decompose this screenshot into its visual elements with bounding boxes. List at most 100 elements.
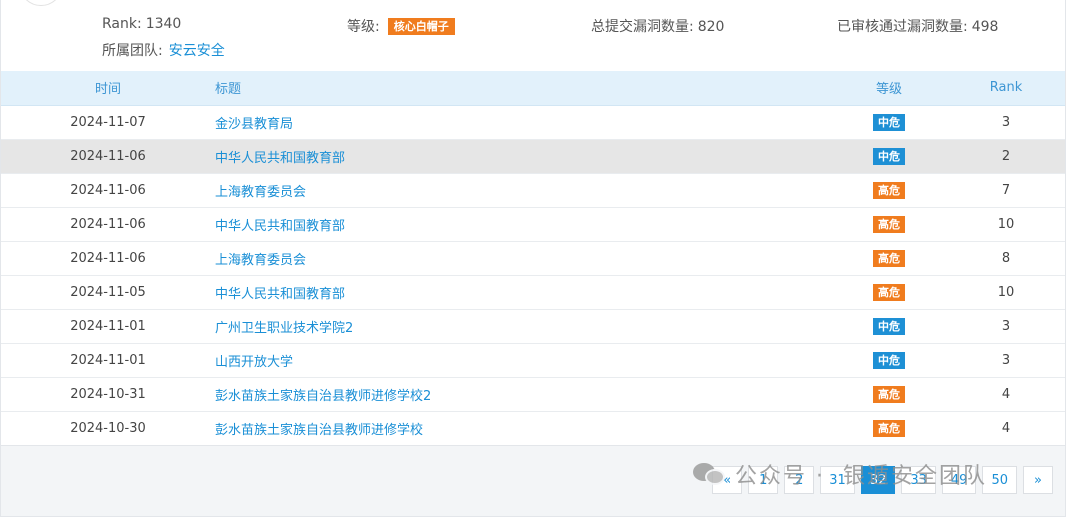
rank-info: Rank: 1340: [102, 16, 181, 32]
page-button[interactable]: 33: [901, 466, 936, 494]
approved-count: 已审核通过漏洞数量: 498: [837, 16, 998, 36]
page-prev-button[interactable]: «: [712, 466, 743, 494]
table-row: 2024-11-06 中华人民共和国教育部 高危 10: [1, 207, 1065, 242]
table-row: 2024-11-06 上海教育委员会 高危 8: [1, 241, 1065, 276]
row-time: 2024-11-01: [1, 309, 215, 344]
row-title-cell: 彭水苗族土家族自治县教师进修学校: [215, 411, 831, 446]
severity-badge: 高危: [873, 181, 905, 199]
row-title-link[interactable]: 广州卫生职业技术学院2: [215, 321, 353, 336]
row-rank: 3: [947, 343, 1065, 378]
row-level-cell: 高危: [831, 173, 947, 208]
row-title-link[interactable]: 中华人民共和国教育部: [215, 287, 345, 302]
level-info: 等级: 核心白帽子: [347, 16, 455, 36]
severity-badge: 高危: [873, 385, 905, 403]
row-rank: 7: [947, 173, 1065, 208]
severity-badge: 中危: [873, 317, 905, 335]
row-time: 2024-11-06: [1, 139, 215, 174]
row-level-cell: 高危: [831, 207, 947, 242]
row-level-cell: 中危: [831, 309, 947, 344]
total-value: 820: [697, 19, 725, 35]
page-button[interactable]: 32: [860, 466, 896, 494]
profile-info: Rank: 1340 等级: 核心白帽子 总提交漏洞数量: 820 已审核通过漏洞数量…: [1, 0, 1065, 70]
page-button[interactable]: 2: [784, 466, 815, 494]
table-row: 2024-11-06 上海教育委员会 高危 7: [1, 173, 1065, 208]
row-time: 2024-11-05: [1, 275, 215, 310]
severity-badge: 中危: [873, 351, 905, 369]
row-title-link[interactable]: 上海教育委员会: [215, 185, 306, 200]
row-rank: 3: [947, 309, 1065, 344]
row-time: 2024-11-01: [1, 343, 215, 378]
row-rank: 10: [947, 275, 1065, 310]
table-row: 2024-11-06 中华人民共和国教育部 中危 2: [1, 139, 1065, 174]
row-title-cell: 广州卫生职业技术学院2: [215, 309, 831, 344]
row-title-cell: 彭水苗族土家族自治县教师进修学校2: [215, 377, 831, 412]
row-title-cell: 中华人民共和国教育部: [215, 275, 831, 310]
row-title-cell: 中华人民共和国教育部: [215, 139, 831, 174]
severity-badge: 高危: [873, 249, 905, 267]
total-label: 总提交漏洞数量:: [591, 19, 694, 35]
table-row: 2024-11-01 山西开放大学 中危 3: [1, 343, 1065, 378]
severity-badge: 中危: [873, 147, 905, 165]
table-row: 2024-11-05 中华人民共和国教育部 高危 10: [1, 275, 1065, 310]
row-rank: 4: [947, 411, 1065, 446]
table-row: 2024-10-30 彭水苗族土家族自治县教师进修学校 高危 4: [1, 411, 1065, 446]
severity-badge: 高危: [873, 419, 905, 437]
row-title-link[interactable]: 金沙县教育局: [215, 117, 293, 132]
page-button[interactable]: 50: [982, 466, 1017, 494]
row-rank: 10: [947, 207, 1065, 242]
row-rank: 2: [947, 139, 1065, 174]
rank-label: Rank:: [102, 16, 142, 32]
approved-label: 已审核通过漏洞数量:: [837, 19, 968, 35]
severity-badge: 中危: [873, 113, 905, 131]
row-level-cell: 高危: [831, 377, 947, 412]
table-row: 2024-11-01 广州卫生职业技术学院2 中危 3: [1, 309, 1065, 344]
vuln-table: 时间 标题 等级 Rank 2024-11-07 金沙县教育局 中危 3 2024-11…: [1, 71, 1065, 446]
row-time: 2024-11-06: [1, 173, 215, 208]
approved-value: 498: [971, 19, 999, 35]
row-time: 2024-10-30: [1, 411, 215, 446]
row-level-cell: 中危: [831, 343, 947, 378]
pagination: «1 2 31 32 33 49 50»: [706, 466, 1053, 494]
level-badge: 核心白帽子: [387, 18, 455, 35]
severity-badge: 高危: [873, 215, 905, 233]
row-title-cell: 上海教育委员会: [215, 173, 831, 208]
page-button[interactable]: 31: [820, 466, 855, 494]
row-title-link[interactable]: 彭水苗族土家族自治县教师进修学校: [215, 423, 423, 438]
row-level-cell: 高危: [831, 275, 947, 310]
page-button[interactable]: 49: [941, 466, 977, 494]
level-label: 等级:: [347, 19, 380, 35]
pagination-bar: «1 2 31 32 33 49 50»: [1, 445, 1065, 516]
row-title-cell: 金沙县教育局: [215, 105, 831, 140]
row-title-link[interactable]: 彭水苗族土家族自治县教师进修学校2: [215, 389, 431, 404]
row-title-link[interactable]: 山西开放大学: [215, 355, 293, 370]
col-header-title: 标题: [215, 71, 831, 106]
table-header-row: 时间 标题 等级 Rank: [1, 71, 1065, 106]
rank-value: 1340: [145, 16, 182, 32]
row-title-link[interactable]: 上海教育委员会: [215, 253, 306, 268]
row-level-cell: 高危: [831, 411, 947, 446]
row-title-link[interactable]: 中华人民共和国教育部: [215, 219, 345, 234]
row-level-cell: 中危: [831, 105, 947, 140]
page-next-button[interactable]: »: [1023, 466, 1053, 494]
row-rank: 3: [947, 105, 1065, 140]
row-title-cell: 中华人民共和国教育部: [215, 207, 831, 242]
team-link[interactable]: 安云安全: [169, 43, 225, 59]
severity-badge: 高危: [873, 283, 905, 301]
col-header-level: 等级: [831, 71, 947, 106]
row-time: 2024-11-06: [1, 241, 215, 276]
row-rank: 8: [947, 241, 1065, 276]
row-title-cell: 上海教育委员会: [215, 241, 831, 276]
table-row: 2024-11-07 金沙县教育局 中危 3: [1, 105, 1065, 140]
table-row: 2024-10-31 彭水苗族土家族自治县教师进修学校2 高危 4: [1, 377, 1065, 412]
row-time: 2024-10-31: [1, 377, 215, 412]
row-title-cell: 山西开放大学: [215, 343, 831, 378]
team-info: 所属团队: 安云安全: [102, 40, 225, 60]
page-button[interactable]: 1: [748, 466, 779, 494]
table-body: 2024-11-07 金沙县教育局 中危 3 2024-11-06 中华人民共和国教育部中…: [1, 105, 1065, 446]
row-rank: 4: [947, 377, 1065, 412]
row-time: 2024-11-06: [1, 207, 215, 242]
row-title-link[interactable]: 中华人民共和国教育部: [215, 151, 345, 166]
col-header-rank: Rank: [947, 71, 1065, 106]
total-submitted: 总提交漏洞数量: 820: [591, 16, 724, 36]
vuln-list-panel: Rank: 1340 等级: 核心白帽子 总提交漏洞数量: 820 已审核通过漏洞数量…: [0, 0, 1066, 517]
